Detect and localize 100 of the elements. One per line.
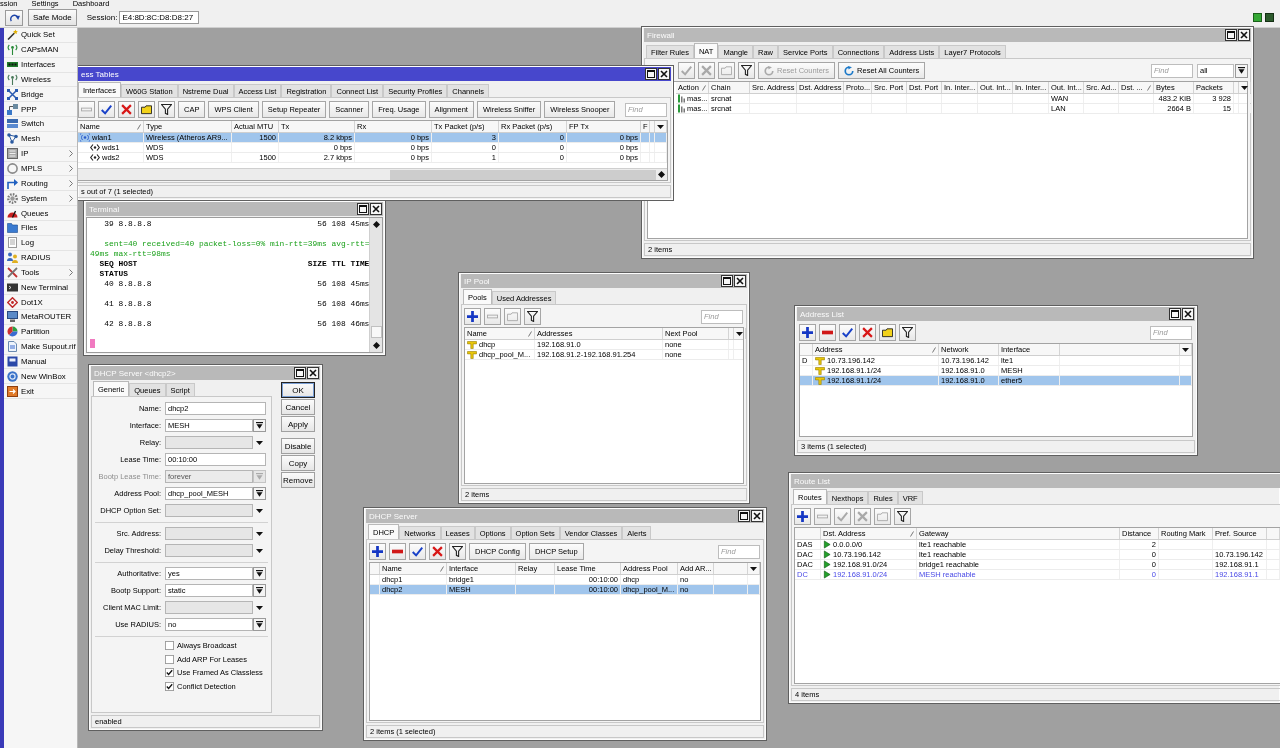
disable-button[interactable] <box>859 324 876 341</box>
close-icon <box>753 512 761 520</box>
checkbox[interactable] <box>165 654 174 664</box>
dropdown-button[interactable] <box>1235 63 1248 78</box>
select-field[interactable] <box>165 436 253 449</box>
scroll-thumb[interactable] <box>370 326 382 338</box>
close-button[interactable] <box>1238 29 1250 41</box>
disable-button[interactable] <box>429 543 446 560</box>
pie-icon <box>7 326 18 338</box>
bridge-icon <box>7 88 18 100</box>
comment-button[interactable] <box>879 324 896 341</box>
close-icon <box>736 277 744 285</box>
dropdown-button[interactable] <box>253 419 266 432</box>
scroll-arrow-icon[interactable] <box>658 171 665 178</box>
double-arrow-icon <box>90 153 100 162</box>
column-menu-icon[interactable] <box>736 331 743 336</box>
close-button[interactable] <box>658 68 670 80</box>
dialog-button[interactable]: OK <box>281 382 315 398</box>
dialog-button[interactable]: Copy <box>281 455 315 471</box>
caret-icon[interactable] <box>256 440 263 445</box>
select-field[interactable] <box>165 527 253 540</box>
enable-button[interactable] <box>98 101 115 118</box>
enable-button[interactable] <box>839 324 856 341</box>
remove-button[interactable] <box>819 324 836 341</box>
dialog-button[interactable]: Remove <box>281 472 315 488</box>
caret-icon[interactable] <box>256 548 263 553</box>
cross-icon <box>432 546 443 557</box>
ring-icon <box>7 163 18 174</box>
maximize-button[interactable] <box>1225 29 1237 41</box>
add-button[interactable] <box>464 308 481 325</box>
maximize-button[interactable] <box>294 367 306 379</box>
diamond-icon <box>7 296 18 308</box>
caret-icon[interactable] <box>256 531 263 536</box>
maximize-icon <box>740 512 748 520</box>
filter-button[interactable] <box>738 62 755 79</box>
dropdown-button[interactable] <box>253 584 266 597</box>
close-button[interactable] <box>734 275 746 287</box>
caret-icon[interactable] <box>256 508 263 513</box>
maximize-button[interactable] <box>357 203 369 215</box>
vertical-scrollbar[interactable] <box>369 218 382 352</box>
scroll-thumb[interactable] <box>390 169 656 180</box>
maximize-icon <box>647 70 655 78</box>
filter-icon <box>527 311 538 322</box>
comment-button[interactable] <box>138 101 155 118</box>
checkbox[interactable] <box>165 681 174 691</box>
plus-icon <box>467 311 478 322</box>
disable-button[interactable] <box>118 101 135 118</box>
filter-button[interactable] <box>899 324 916 341</box>
dropdown-button[interactable] <box>253 487 266 500</box>
antenna-icon <box>7 44 18 56</box>
select-field[interactable] <box>165 504 253 517</box>
remove-button[interactable] <box>389 543 406 560</box>
maximize-button[interactable] <box>721 275 733 287</box>
exit-icon <box>7 385 18 397</box>
close-button[interactable] <box>1182 308 1194 320</box>
network-icon <box>7 103 18 115</box>
session-label: Session: <box>86 13 118 22</box>
filter-button[interactable] <box>158 101 175 118</box>
minus-icon <box>487 311 498 322</box>
select-field[interactable] <box>165 601 253 614</box>
column-menu-icon[interactable] <box>1241 85 1248 90</box>
close-button[interactable] <box>751 510 763 522</box>
dropdown-button[interactable] <box>253 567 266 580</box>
filter-icon <box>452 546 463 557</box>
close-button[interactable] <box>370 203 382 215</box>
close-icon <box>372 205 380 213</box>
window-title: Terminal <box>89 204 121 214</box>
column-menu-icon[interactable] <box>657 124 664 129</box>
maximize-button[interactable] <box>645 68 657 80</box>
filter-button[interactable] <box>449 543 466 560</box>
column-menu-icon[interactable] <box>750 566 757 571</box>
safe-mode-button[interactable]: Safe Mode <box>28 9 77 26</box>
add-button[interactable] <box>799 324 816 341</box>
add-button[interactable] <box>369 543 386 560</box>
dialog-button[interactable]: Cancel <box>281 399 315 415</box>
scroll-arrow-icon[interactable] <box>372 342 380 349</box>
filter-button[interactable] <box>894 508 911 525</box>
horizontal-scrollbar[interactable] <box>78 168 667 180</box>
maximize-button[interactable] <box>1169 308 1181 320</box>
window-title: ess Tables <box>81 69 120 79</box>
checkbox[interactable] <box>165 668 174 678</box>
close-button[interactable] <box>307 367 319 379</box>
add-button[interactable] <box>794 508 811 525</box>
maximize-button[interactable] <box>738 510 750 522</box>
cross-icon <box>121 104 132 115</box>
caret-bar-icon <box>1238 67 1245 74</box>
redo-button[interactable] <box>5 9 23 26</box>
checkbox[interactable] <box>165 641 174 651</box>
dropdown-button[interactable] <box>253 618 266 631</box>
chip-icon <box>7 148 18 160</box>
scroll-arrow-icon[interactable] <box>372 221 380 228</box>
dialog-button[interactable]: Apply <box>281 416 315 432</box>
caret-icon[interactable] <box>256 605 263 610</box>
file-icon <box>7 341 18 353</box>
column-menu-icon[interactable] <box>1182 347 1189 352</box>
session-field[interactable]: E4:8D:8C:D8:D8:27 <box>119 11 200 24</box>
enable-button[interactable] <box>409 543 426 560</box>
filter-button[interactable] <box>524 308 541 325</box>
select-field[interactable] <box>165 544 253 557</box>
dialog-button[interactable]: Disable <box>281 438 315 454</box>
